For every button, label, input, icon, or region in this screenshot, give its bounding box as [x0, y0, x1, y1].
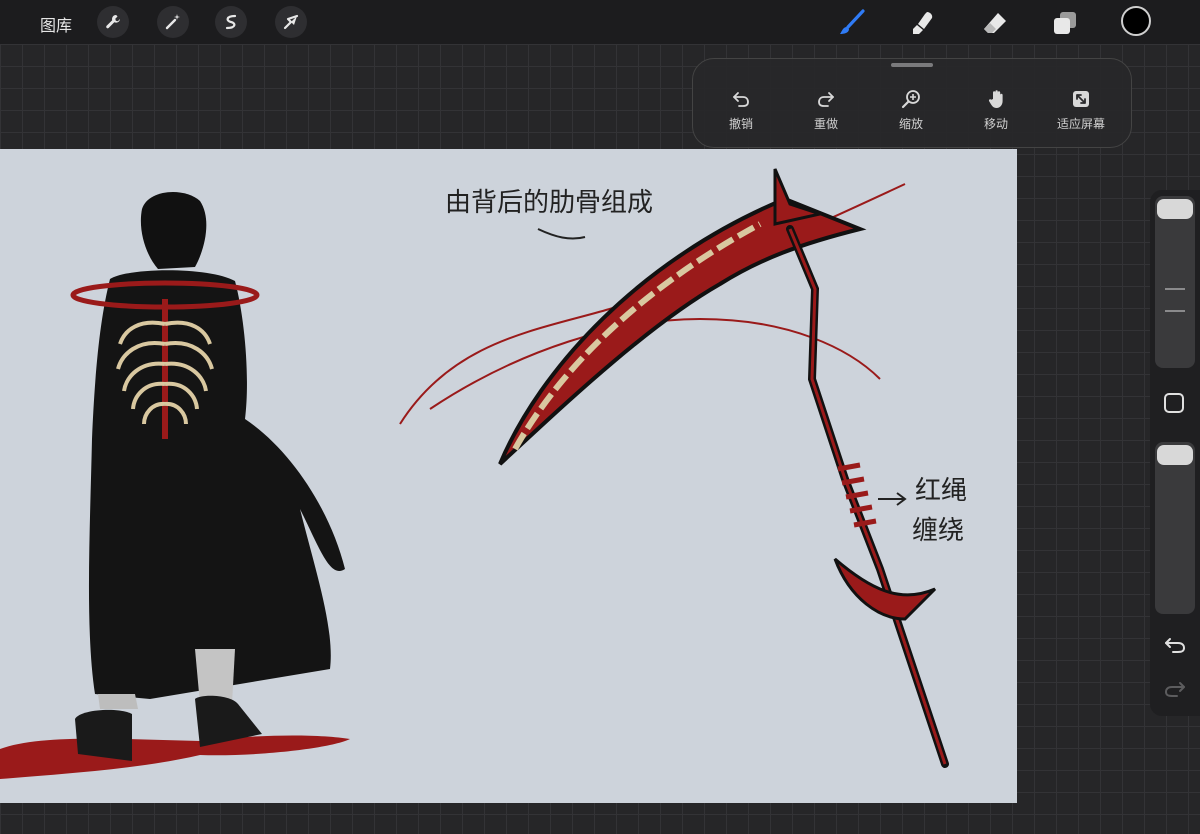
- annotation-rope-1: 红绳: [915, 476, 967, 506]
- hand-move-icon: [988, 90, 1003, 108]
- undo-button[interactable]: 撤销: [701, 89, 781, 137]
- blood-pool: [0, 735, 350, 779]
- scythe-blade: [498, 196, 867, 466]
- head: [140, 191, 207, 269]
- fit-screen-button[interactable]: 适应屏幕: [1041, 89, 1121, 137]
- color-swatch[interactable]: [1121, 6, 1151, 36]
- eraser-icon[interactable]: [980, 8, 1010, 38]
- drawing-canvas[interactable]: 由背后的肋骨组成 红绳 缠绕: [0, 149, 1017, 803]
- slider-tick: [1165, 288, 1185, 290]
- artwork: 由背后的肋骨组成 红绳 缠绕: [0, 168, 967, 779]
- gallery-button[interactable]: 图库: [40, 12, 72, 36]
- redo-icon[interactable]: [1163, 680, 1187, 704]
- side-toolbar: [1150, 190, 1200, 716]
- slider-tick: [1165, 310, 1185, 312]
- undo-icon: [733, 92, 749, 107]
- quick-action-panel: 撤销 重做 缩放 移动 适应屏幕: [692, 58, 1132, 148]
- opacity-thumb[interactable]: [1157, 445, 1193, 465]
- redo-label: 重做: [813, 117, 838, 131]
- brush-size-thumb[interactable]: [1157, 199, 1193, 219]
- redo-button[interactable]: 重做: [786, 89, 866, 137]
- move-button[interactable]: 移动: [956, 89, 1036, 137]
- opacity-slider[interactable]: [1155, 442, 1195, 614]
- smudge-icon[interactable]: [908, 8, 938, 38]
- brush-size-slider[interactable]: [1155, 196, 1195, 368]
- zoom-label: 缩放: [898, 117, 923, 131]
- layers-icon[interactable]: [1050, 8, 1080, 38]
- magic-wand-icon[interactable]: [157, 6, 189, 38]
- brush-icon[interactable]: [836, 8, 866, 38]
- zoom-icon: [901, 90, 920, 109]
- undo-label: 撤销: [728, 117, 753, 131]
- fit-screen-label: 适应屏幕: [1056, 117, 1105, 131]
- top-toolbar: 图库: [0, 0, 1200, 44]
- selection-s-icon[interactable]: [215, 6, 247, 38]
- annotation-ribs: 由背后的肋骨组成: [445, 188, 653, 218]
- modify-square-icon[interactable]: [1164, 393, 1184, 413]
- wrench-icon[interactable]: [97, 6, 129, 38]
- move-label: 移动: [983, 117, 1008, 131]
- zoom-button[interactable]: 缩放: [871, 89, 951, 137]
- annotation-rope-2: 缠绕: [912, 516, 964, 546]
- undo-icon[interactable]: [1163, 636, 1187, 660]
- move-arrow-icon[interactable]: [275, 6, 307, 38]
- fit-screen-icon: [1073, 91, 1089, 107]
- boot-left: [75, 709, 132, 761]
- redo-icon: [818, 92, 834, 107]
- panel-drag-handle[interactable]: [891, 63, 933, 67]
